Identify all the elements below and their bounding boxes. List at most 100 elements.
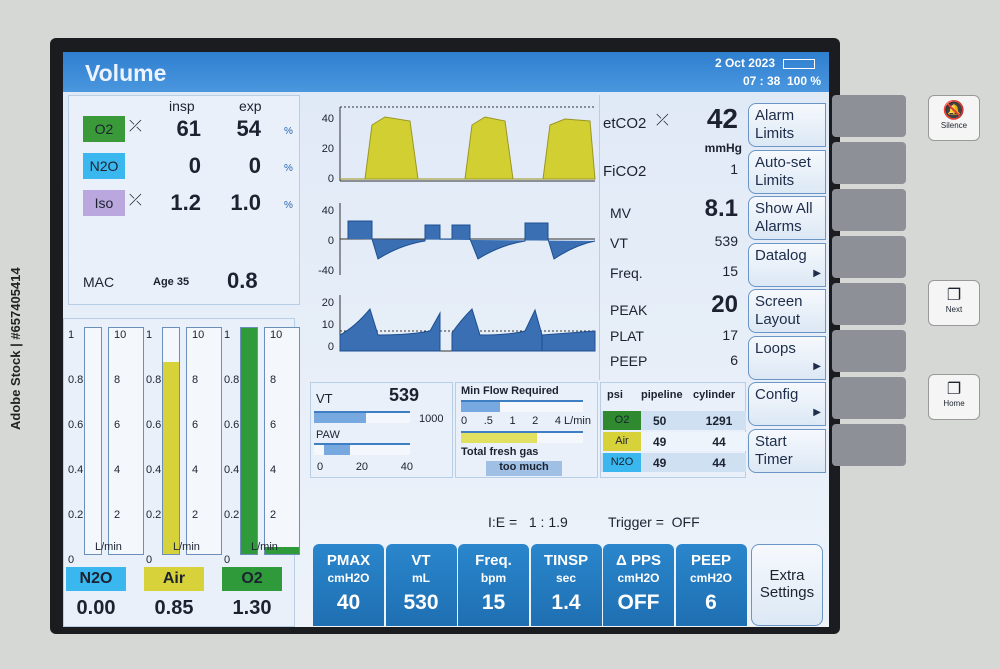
cylinder-psi: 1291 xyxy=(705,414,733,428)
cylinder-psi: 44 xyxy=(712,456,726,470)
min-flow-label: Min Flow Required xyxy=(461,385,559,397)
axis-tick: 40 xyxy=(321,113,334,125)
hard-key[interactable] xyxy=(832,95,906,137)
alarm-off-icon: ⤫ xyxy=(129,192,142,209)
menu-button-alarm-limits[interactable]: Alarm Limits xyxy=(748,103,826,147)
supply-header: cylinder xyxy=(693,389,736,401)
waveform-svg xyxy=(339,106,596,352)
scale-tick: 0.4 xyxy=(224,464,240,476)
gas-exp-value: 54 xyxy=(236,116,261,141)
time-battery: 07 : 38 100 % xyxy=(742,74,821,88)
scale-tick: 0.4 xyxy=(146,464,162,476)
flowmeter-value-2: 1.30 xyxy=(232,597,272,619)
mac-label: MAC xyxy=(83,274,115,290)
hard-key[interactable] xyxy=(832,142,906,184)
flowmeter-label-2: O2 xyxy=(222,567,282,591)
menu-button-start-timer[interactable]: Start Timer xyxy=(748,428,826,473)
setting-button-4[interactable]: Δ PPS cmH2O OFF xyxy=(603,544,674,626)
menu-button-screen-layout[interactable]: Screen Layout xyxy=(748,289,826,333)
etco2-label: etCO2 xyxy=(603,115,647,132)
pressure-waveform xyxy=(339,307,596,352)
vt-value: 539 xyxy=(714,233,738,249)
scale-tick: 2 xyxy=(270,509,277,521)
hard-key[interactable] xyxy=(832,377,906,419)
gas-insp-value: 0 xyxy=(188,153,201,178)
setting-button-0[interactable]: PMAX cmH2O 40 xyxy=(313,544,384,626)
axis-tick: 20 xyxy=(321,143,334,155)
min-flow-ticks: 0.5 1 2 4 L/min xyxy=(461,415,591,427)
scale-tick: 10 xyxy=(270,329,283,341)
flow-tube-low xyxy=(240,327,258,555)
scale-tick: 1 xyxy=(146,329,153,341)
freq-label: Freq. xyxy=(610,265,643,281)
silence-key[interactable]: 🔕 Silence xyxy=(928,95,980,141)
setting-button-1[interactable]: VT mL 530 xyxy=(385,544,457,626)
hard-key[interactable] xyxy=(832,330,906,372)
vt-bar-label: VT xyxy=(316,391,333,406)
extra-settings-button[interactable]: Extra Settings xyxy=(751,544,823,626)
flow-tube-low xyxy=(84,327,102,555)
setting-button-3[interactable]: TINSP sec 1.4 xyxy=(530,544,602,626)
hard-key[interactable] xyxy=(832,424,906,466)
hard-key[interactable] xyxy=(832,189,906,231)
next-key[interactable]: ❐ Next xyxy=(928,280,980,326)
scale-tick: 4 xyxy=(270,464,277,476)
etco2-unit: mmHg xyxy=(704,141,742,155)
bell-off-icon: 🔕 xyxy=(942,100,966,120)
date: 2 Oct 2023 xyxy=(715,56,815,70)
scale-tick: 0.6 xyxy=(68,419,84,431)
peak-label: PEAK xyxy=(610,302,648,318)
supply-header: psi xyxy=(607,389,623,401)
flow-unit: L/min xyxy=(251,541,278,553)
scale-tick: 0.2 xyxy=(146,509,162,521)
scale-tick: 0 xyxy=(224,554,231,566)
alarm-off-icon: ⤫ xyxy=(129,118,142,135)
flow-level xyxy=(163,361,179,554)
gas-panel: insp exp O2 ⤫ 61 54 % N2O 0 0 % Iso ⤫ 1.2 … xyxy=(68,95,300,305)
hard-key[interactable] xyxy=(832,283,906,325)
gas-unit: % xyxy=(284,163,293,174)
scale-tick: 0.2 xyxy=(68,509,84,521)
menu-button-loops[interactable]: Loops ▶ xyxy=(748,335,826,380)
setting-button-2[interactable]: Freq. bpm 15 xyxy=(458,544,529,626)
scale-tick: 8 xyxy=(192,374,199,386)
menu-button-auto-set-limits[interactable]: Auto-set Limits xyxy=(748,149,826,194)
flow-waveform xyxy=(347,220,596,260)
peep-value: 6 xyxy=(730,352,738,368)
menu-button-show-all-alarms[interactable]: Show All Alarms xyxy=(748,196,826,240)
home-screen-icon: ❐ xyxy=(946,381,962,398)
axis-tick: 0 xyxy=(327,235,334,247)
menu-button-config[interactable]: Config ▶ xyxy=(748,382,826,426)
mv-value: 8.1 xyxy=(704,195,738,222)
vt-bar-fill xyxy=(314,413,366,423)
scale-tick: 6 xyxy=(270,419,277,431)
vt-bar-value: 539 xyxy=(389,385,420,405)
axis-tick: 10 xyxy=(321,319,334,331)
scale-tick: 0.6 xyxy=(146,419,162,431)
menu-button-datalog[interactable]: Datalog ▶ xyxy=(748,242,826,287)
scale-tick: 2 xyxy=(192,509,199,521)
setting-button-5[interactable]: PEEP cmH2O 6 xyxy=(675,544,747,626)
scale-tick: 4 xyxy=(114,464,121,476)
plat-value: 17 xyxy=(722,327,738,343)
home-key[interactable]: ❐ Home xyxy=(928,374,980,420)
mode-title: Volume xyxy=(85,60,167,86)
freq-value: 15 xyxy=(722,263,738,279)
battery-icon xyxy=(783,58,815,69)
fresh-gas-status: too much xyxy=(486,461,562,476)
paw-bar-fill xyxy=(323,445,351,455)
supply-gas: Air xyxy=(603,432,641,451)
scale-tick: 8 xyxy=(114,374,121,386)
supply-gas: O2 xyxy=(603,411,641,430)
hard-key[interactable] xyxy=(832,236,906,278)
scale-tick: 0 xyxy=(146,554,153,566)
gas-label-2: Iso xyxy=(83,190,125,216)
age-label: Age 35 xyxy=(153,276,190,288)
axis-tick: 0 xyxy=(327,173,334,185)
alarm-off-icon: ⤫ xyxy=(656,112,669,129)
header-bar: Volume 2 Oct 2023 07 : 38 100 % xyxy=(63,52,829,92)
flowmeter-value-0: 0.00 xyxy=(76,597,116,619)
supply-header: pipeline xyxy=(641,389,683,401)
ie-ratio: I:E = 1 : 1.9 xyxy=(488,514,568,530)
numerics-panel: etCO2 ⤫ 42 mmHg FiCO2 1 MV 8.1 VT 539 Fr… xyxy=(600,95,746,380)
